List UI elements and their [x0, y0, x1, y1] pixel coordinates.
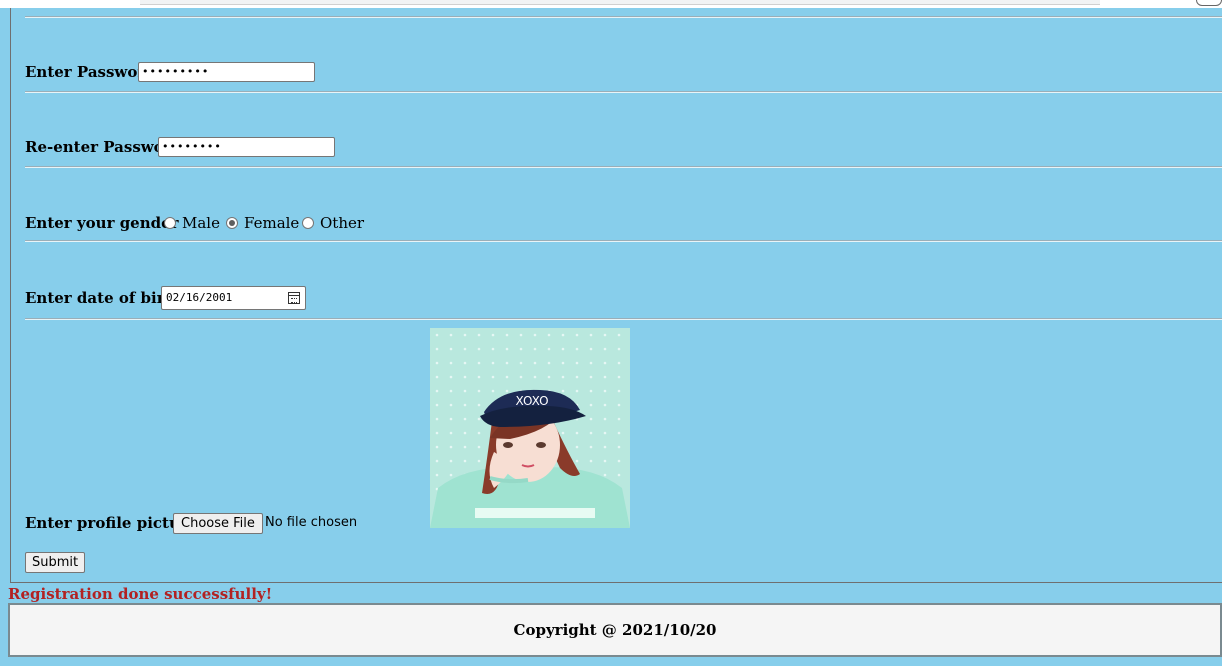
male-radio[interactable] [164, 217, 176, 229]
divider [25, 240, 1222, 242]
calendar-icon[interactable] [288, 292, 300, 304]
address-bar-edge [140, 0, 1100, 5]
registration-form: Enter Password ••••••••• Re-enter Passwo… [10, 8, 1222, 583]
female-radio-label: Female [244, 214, 300, 232]
browser-profile-edge [1196, 0, 1222, 6]
dob-label: Enter date of birth [25, 289, 183, 307]
male-radio-label: Male [182, 214, 220, 232]
profile-picture-label: Enter profile picture [25, 514, 198, 532]
password-input[interactable]: ••••••••• [138, 62, 315, 82]
other-radio-label: Other [320, 214, 365, 232]
gender-option-female[interactable]: Female [226, 214, 299, 232]
divider [25, 318, 1222, 320]
success-message: Registration done successfully! [8, 585, 273, 603]
gender-option-other[interactable]: Other [302, 214, 364, 232]
cap-logo-text: XOXO [515, 394, 548, 408]
profile-girl-illustration: XOXO [430, 328, 630, 528]
gender-option-male[interactable]: Male [164, 214, 220, 232]
submit-button[interactable]: Submit [25, 552, 86, 573]
divider [25, 91, 1222, 93]
password-label: Enter Password [25, 63, 156, 81]
reenter-password-input[interactable]: •••••••• [158, 137, 335, 157]
choose-file-button[interactable]: Choose File [173, 513, 263, 534]
profile-picture-preview: XOXO [430, 328, 630, 528]
dob-input[interactable]: 02/16/2001 [161, 286, 306, 310]
footer: Copyright @ 2021/10/20 [8, 603, 1222, 657]
copyright-text: Copyright @ 2021/10/20 [513, 621, 717, 639]
file-status-text: No file chosen [265, 515, 358, 530]
divider [25, 166, 1222, 168]
bottom-strip [0, 661, 1222, 666]
female-radio[interactable] [226, 217, 238, 229]
browser-top-edge [0, 0, 1222, 8]
gender-label: Enter your gender [25, 214, 179, 232]
dob-value: 02/16/2001 [166, 291, 233, 304]
divider [25, 16, 1222, 18]
other-radio[interactable] [302, 217, 314, 229]
